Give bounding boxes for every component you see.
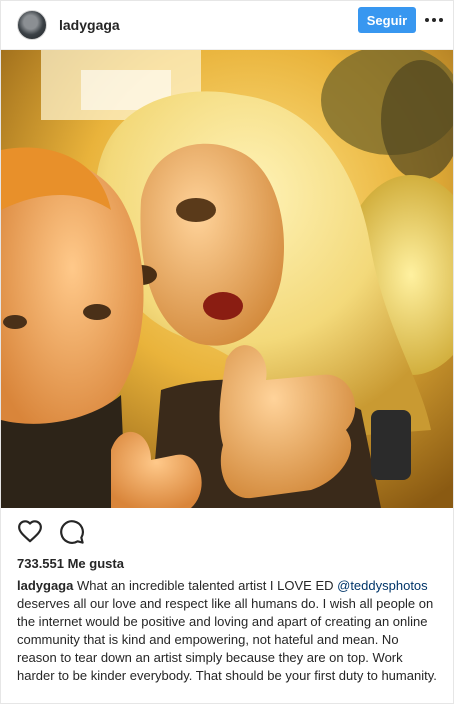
post-caption: ladygaga What an incredible talented art… <box>17 577 441 685</box>
comment-icon[interactable] <box>59 519 85 545</box>
caption-text-part2: deserves all our love and respect like a… <box>17 596 437 683</box>
post-header: ladygaga Seguir <box>1 1 453 50</box>
photo-illustration <box>1 50 453 508</box>
caption-text-part1: What an incredible talented artist I LOV… <box>76 578 334 593</box>
post-actions <box>17 519 85 545</box>
follow-button[interactable]: Seguir <box>358 7 416 33</box>
instagram-post: ladygaga Seguir 733.551 Me gusta ladygag… <box>0 0 454 704</box>
avatar[interactable] <box>17 10 47 40</box>
likes-count[interactable]: 733.551 Me gusta <box>17 556 124 571</box>
more-dots-icon[interactable] <box>425 11 443 29</box>
caption-mention-link[interactable]: @teddysphotos <box>337 578 428 593</box>
heart-icon[interactable] <box>17 519 43 545</box>
post-username[interactable]: ladygaga <box>59 17 120 33</box>
caption-username[interactable]: ladygaga <box>17 578 73 593</box>
post-photo[interactable] <box>1 50 453 508</box>
